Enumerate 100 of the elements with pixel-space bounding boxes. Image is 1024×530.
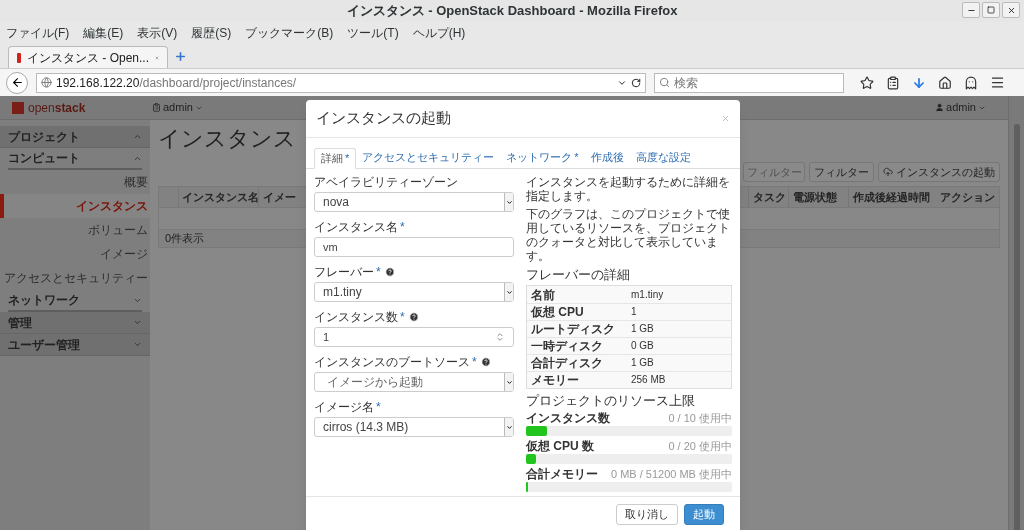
field-label: インスタンスのブートソース: [314, 354, 470, 371]
filter-button[interactable]: フィルター: [809, 162, 874, 182]
select-field[interactable]: イメージから起動: [314, 372, 514, 392]
reload-icon[interactable]: [631, 77, 641, 88]
caret-icon: [505, 378, 513, 386]
sidebar-section[interactable]: ユーザー管理: [0, 334, 150, 356]
input-field[interactable]: vm: [314, 237, 514, 257]
download-icon[interactable]: [912, 75, 926, 90]
limit-label: 仮想 CPU 数: [526, 439, 594, 453]
required-mark: *: [376, 399, 381, 416]
back-button[interactable]: [6, 71, 28, 94]
description-text: インスタンスを起動するために詳細を指定します。: [526, 175, 731, 203]
cancel-button[interactable]: 取り消し: [616, 504, 678, 525]
sidebar-item[interactable]: アクセスとセキュリティー: [0, 266, 150, 290]
brand-name[interactable]: openstack: [28, 98, 86, 117]
favicon-icon: [17, 52, 21, 63]
scrollbar[interactable]: [1008, 96, 1024, 530]
globe-icon: [41, 77, 52, 88]
chevron-down-icon: [133, 318, 142, 327]
select-field[interactable]: nova: [314, 192, 514, 212]
menu-item[interactable]: ヘルプ(H): [412, 24, 466, 42]
sidebar-section[interactable]: 管理: [0, 312, 150, 334]
sidebar-group[interactable]: コンピュート: [8, 148, 142, 170]
ghost-icon[interactable]: [964, 75, 978, 90]
cloud-upload-icon: [883, 167, 893, 177]
caret-icon: [505, 198, 513, 206]
window-title: インスタンス - OpenStack Dashboard - Mozilla Firefox: [346, 2, 678, 21]
menu-item[interactable]: ツール(T): [347, 24, 399, 42]
user-icon: [935, 103, 945, 112]
field-label: インスタンス数: [314, 309, 398, 326]
launch-button[interactable]: 起動: [684, 504, 724, 525]
menu-item[interactable]: 表示(V): [137, 24, 178, 42]
new-tab-icon[interactable]: [174, 50, 187, 63]
column-header: インスタンス名: [179, 187, 259, 207]
search-field[interactable]: 検索: [654, 72, 844, 93]
project-menu[interactable]: admin: [152, 99, 203, 116]
spinner-icon: [495, 332, 505, 342]
browser-tab[interactable]: インスタンス - Open...: [8, 46, 168, 68]
back-arrow-icon: [10, 76, 24, 89]
sidebar-item[interactable]: ボリューム: [0, 218, 150, 242]
close-icon: [1006, 5, 1016, 15]
dialog-tab[interactable]: 作成後: [584, 147, 630, 168]
table-cell: 0 GB: [631, 339, 654, 353]
logo-icon: [12, 101, 24, 114]
dialog-tab[interactable]: 詳細 *: [314, 148, 357, 169]
limit-label: インスタンス数: [526, 411, 610, 425]
column-header: タスク: [748, 187, 789, 207]
select-field[interactable]: m1.tiny: [314, 282, 514, 302]
table-cell: 1: [631, 305, 637, 319]
close-button[interactable]: [1002, 2, 1020, 18]
menu-item[interactable]: 編集(E): [83, 24, 124, 42]
dialog-title: インスタンスの起動: [316, 108, 451, 129]
menu-item[interactable]: ファイル(F): [6, 24, 70, 42]
reading-list-icon[interactable]: [886, 75, 900, 90]
bookmark-star-icon[interactable]: [860, 75, 874, 90]
flavor-heading: フレーバーの詳細: [526, 267, 631, 283]
dialog-tab[interactable]: 高度な設定: [629, 147, 697, 168]
address-bar[interactable]: 192.168.122.20/dashboard/project/instances/: [36, 72, 646, 93]
home-icon[interactable]: [938, 75, 952, 90]
number-field[interactable]: 1: [314, 327, 514, 347]
table-cell-text: 合計ディスク: [531, 356, 604, 370]
table-cell: 256 MB: [631, 373, 666, 387]
search-icon: [659, 77, 670, 88]
limits-heading: プロジェクトのリソース上限: [526, 393, 696, 409]
required-mark: *: [472, 354, 477, 371]
menu-icon[interactable]: [990, 75, 1005, 90]
column-header: 作成後経過時間: [852, 189, 931, 205]
select-field[interactable]: cirros (14.3 MB): [314, 417, 514, 437]
limit-reading: 0 MB / 51200 MB 使用中: [610, 467, 732, 481]
launch-instance-button[interactable]: インスタンスの起動: [878, 162, 1000, 182]
chevron-down-icon: [133, 340, 142, 349]
dialog-tab[interactable]: ネットワーク *: [500, 147, 585, 168]
chevron-up-icon: [133, 132, 142, 141]
column-header: アクション: [939, 189, 996, 205]
user-menu[interactable]: admin: [935, 99, 986, 116]
limit-label: 合計メモリー: [526, 467, 598, 481]
required-mark: *: [400, 309, 405, 326]
limit-reading: 0 / 20 使用中: [668, 439, 732, 453]
dialog-tab[interactable]: アクセスとセキュリティー: [356, 147, 501, 168]
caret-icon: [505, 288, 513, 296]
table-cell-text: メモリー: [531, 373, 580, 387]
page-title: インスタンス: [158, 125, 296, 153]
sidebar-item[interactable]: イメージ: [0, 242, 150, 266]
field-label: アベイラビリティーゾーン: [314, 174, 458, 191]
table-cell-text: ルートディスク: [531, 322, 616, 336]
column-header: 電源状態: [789, 187, 849, 207]
project-icon: [152, 103, 161, 112]
field-label: イメージ名: [314, 399, 374, 416]
menu-item[interactable]: 履歴(S): [191, 24, 232, 42]
table-cell-text: 名前: [531, 287, 556, 302]
sidebar-section[interactable]: プロジェクト: [0, 126, 150, 148]
sidebar-item[interactable]: 概要: [0, 170, 150, 194]
column-header: イメー: [262, 189, 296, 205]
menu-item[interactable]: ブックマーク(B): [245, 24, 334, 42]
table-cell-text: 仮想 CPU: [531, 305, 585, 319]
limit-reading: 0 / 10 使用中: [668, 411, 732, 425]
minimize-button[interactable]: [962, 2, 980, 18]
field-label: フレーバー: [314, 264, 374, 281]
table-cell: 1 GB: [631, 356, 654, 370]
maximize-icon: [987, 6, 995, 14]
